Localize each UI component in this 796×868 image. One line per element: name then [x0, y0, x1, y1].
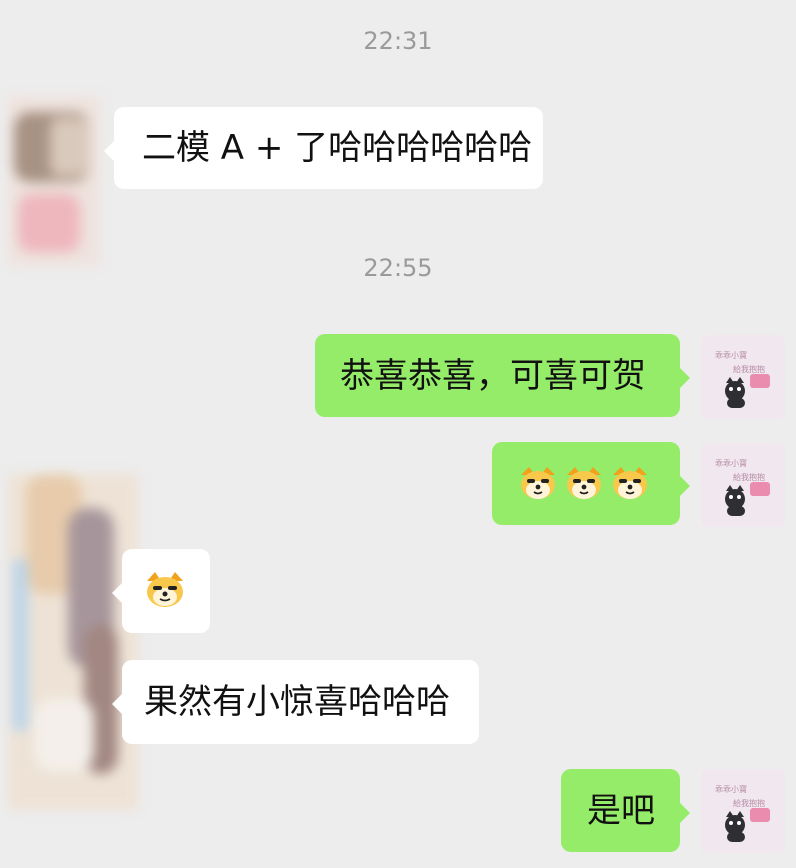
timestamp-2231: 22:31: [363, 27, 433, 55]
self-avatar-middle[interactable]: 乖乖小寶 給我抱抱: [701, 443, 785, 527]
cat-sticker-icon: [725, 374, 770, 408]
contact-avatar-top[interactable]: [8, 96, 100, 266]
avatar-blur-icon: [8, 96, 100, 266]
incoming-message-1-text: 二模 A + 了哈哈哈哈哈哈: [142, 128, 533, 168]
cat-sticker-icon: [725, 482, 770, 516]
outgoing-message-3-text: 是吧: [587, 790, 655, 831]
dog-emoji-row-icon: [521, 466, 647, 499]
incoming-message-3[interactable]: 果然有小惊喜哈哈哈: [112, 660, 479, 744]
dog-emoji-icon: [147, 572, 183, 607]
self-avatar-top[interactable]: 乖乖小寶 給我抱抱: [701, 335, 785, 419]
outgoing-message-2[interactable]: [492, 442, 690, 525]
incoming-message-1[interactable]: 二模 A + 了哈哈哈哈哈哈: [104, 107, 543, 189]
avatar-blur-icon: [8, 474, 138, 810]
incoming-message-2[interactable]: [112, 549, 210, 633]
outgoing-message-1[interactable]: 恭喜恭喜，可喜可贺: [315, 334, 690, 417]
outgoing-message-3[interactable]: 是吧: [561, 769, 690, 852]
outgoing-message-1-text: 恭喜恭喜，可喜可贺: [340, 355, 646, 396]
self-avatar-bottom[interactable]: 乖乖小寶 給我抱抱: [701, 769, 785, 853]
chat-screen: 22:31 二模 A + 了哈哈哈哈哈哈 22:55 恭喜恭喜，可喜可贺 乖乖小…: [0, 0, 796, 868]
timestamp-2255: 22:55: [363, 254, 433, 282]
incoming-message-3-text: 果然有小惊喜哈哈哈: [144, 682, 450, 722]
cat-sticker-icon: [725, 808, 770, 842]
contact-avatar-bottom[interactable]: [8, 474, 138, 810]
